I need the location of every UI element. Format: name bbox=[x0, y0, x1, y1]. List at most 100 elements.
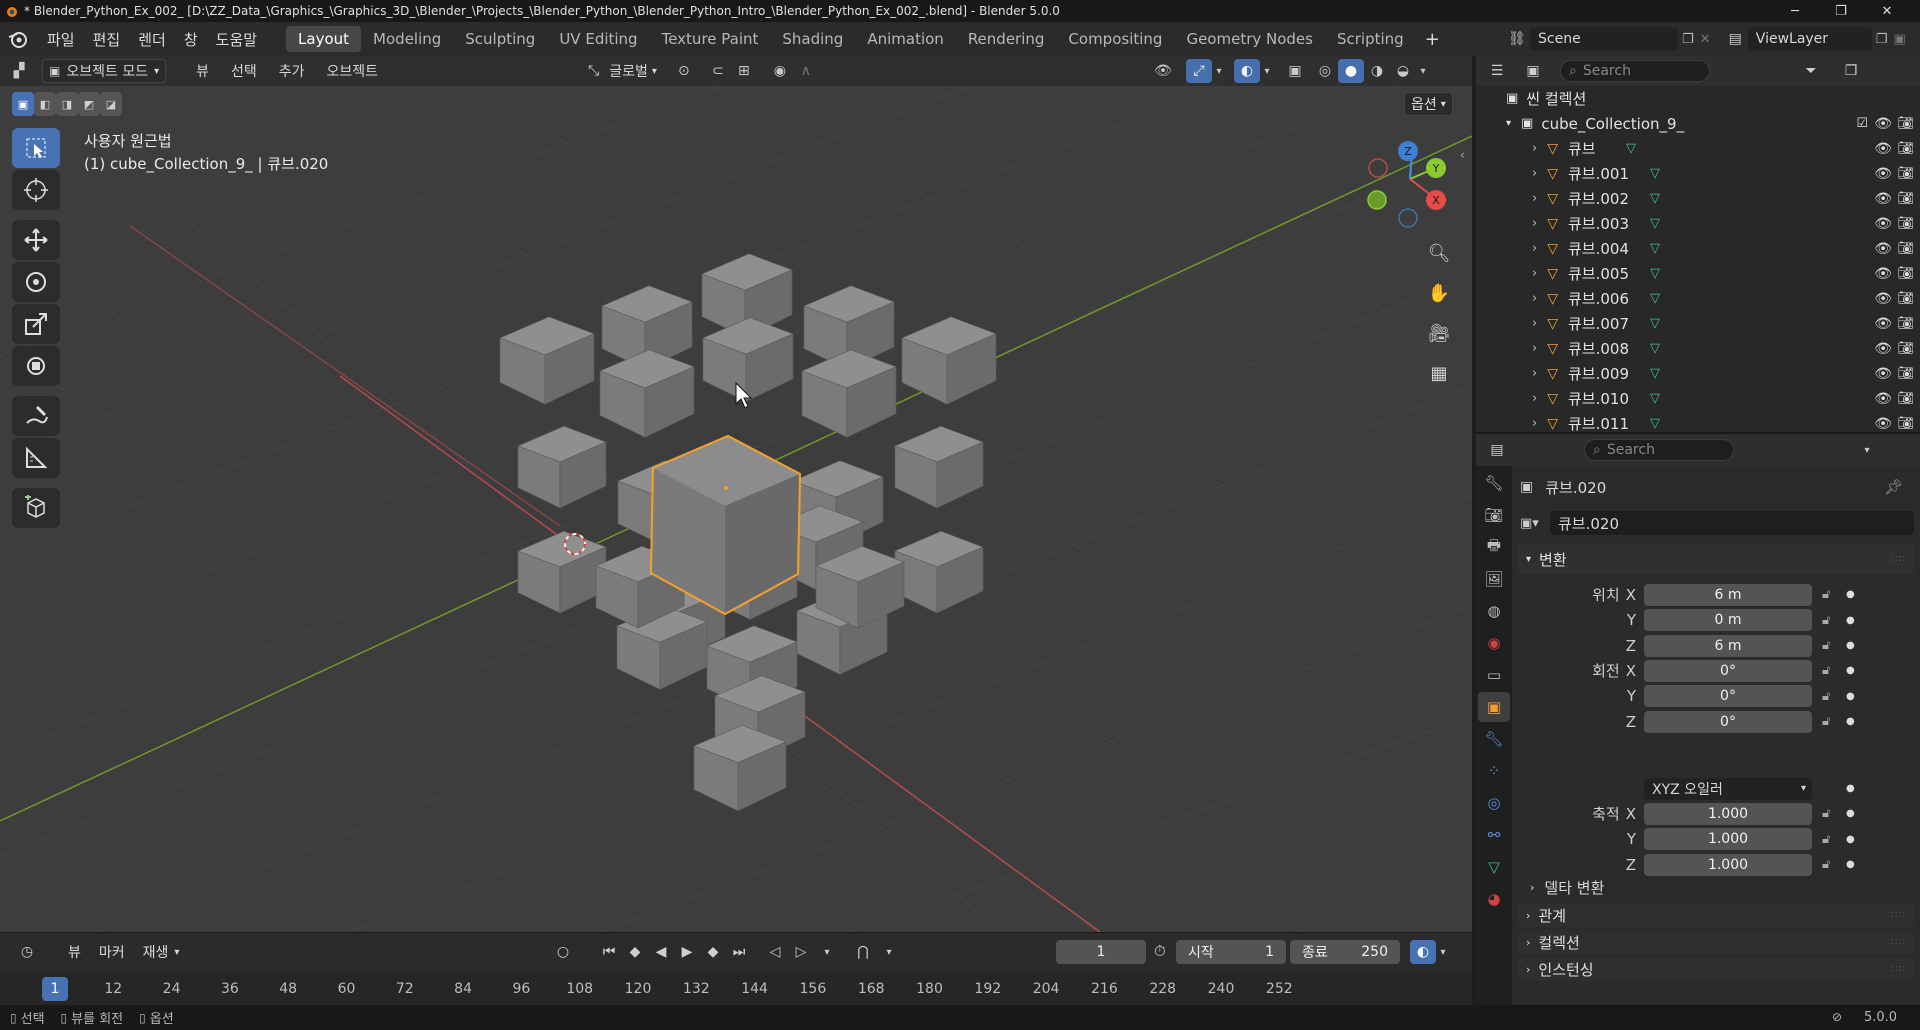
workspace-tab[interactable]: Texture Paint bbox=[650, 26, 771, 52]
3d-viewport[interactable]: Y Z X ▞ ▣ 오브젝트 모드 ▾ 뷰 선택 추가 오브젝트 ⤡ 글로벌 ▾ ⊙ … bbox=[0, 56, 1472, 932]
menu-item[interactable]: 창 bbox=[175, 29, 207, 50]
add-cube-tool-icon[interactable] bbox=[12, 488, 60, 528]
xray-icon[interactable]: ▣ bbox=[1282, 59, 1308, 83]
gizmo-icon[interactable]: ⤢ bbox=[1186, 59, 1212, 83]
snap-target-icon[interactable]: ⊞ bbox=[731, 59, 757, 83]
blender-menu-icon[interactable] bbox=[6, 29, 32, 49]
workspace-tab[interactable]: Compositing bbox=[1056, 26, 1174, 52]
outliner-collection[interactable]: ▾ ▣ cube_Collection_9_ ☑ 👁 📷︎ bbox=[1476, 111, 1920, 136]
chevron-right-icon[interactable]: › bbox=[1532, 316, 1537, 331]
rendered-shading-icon[interactable]: ◒ bbox=[1390, 59, 1416, 83]
chevron-right-icon[interactable]: › bbox=[1532, 266, 1537, 281]
collection-tab-icon[interactable]: ▭ bbox=[1478, 660, 1510, 690]
chevron-right-icon[interactable]: › bbox=[1532, 391, 1537, 406]
outliner-object-row[interactable]: › ▽ 큐브.008 ▽ 👁 📷︎ bbox=[1476, 336, 1920, 361]
physics-tab-icon[interactable]: ◎ bbox=[1478, 788, 1510, 818]
eye-icon[interactable]: 👁 bbox=[1874, 141, 1892, 157]
solid-shading-icon[interactable]: ● bbox=[1338, 59, 1364, 83]
mode-selector[interactable]: ▣ 오브젝트 모드 ▾ bbox=[42, 59, 167, 83]
mesh-data-icon[interactable]: ▽ bbox=[1650, 266, 1660, 281]
output-tab-icon[interactable]: 🖶 bbox=[1478, 532, 1510, 562]
eye-icon[interactable]: 👁 bbox=[1874, 266, 1892, 282]
chevron-right-icon[interactable]: › bbox=[1532, 291, 1537, 306]
visibility-icon[interactable]: 👁 bbox=[1150, 59, 1176, 83]
mesh-data-icon[interactable]: ▽ bbox=[1626, 141, 1636, 156]
location-field[interactable]: 6 m bbox=[1644, 634, 1812, 657]
mesh-data-icon[interactable]: ▽ bbox=[1650, 416, 1660, 431]
eye-icon[interactable]: 👁 bbox=[1874, 166, 1892, 182]
menu-item[interactable]: 렌더 bbox=[129, 29, 175, 50]
end-frame-field[interactable]: 종료 250 bbox=[1290, 940, 1400, 964]
select-new-icon[interactable]: ▣ bbox=[12, 92, 34, 116]
lock-icon[interactable]: 🔓︎ bbox=[1822, 613, 1830, 628]
camera-icon[interactable]: 📷︎ bbox=[1897, 216, 1914, 231]
menu-item[interactable]: 편집 bbox=[84, 29, 130, 50]
editor-type-icon[interactable]: ☰ bbox=[1484, 59, 1510, 83]
minimize-icon[interactable]: ─ bbox=[1772, 0, 1818, 22]
annotate-tool-icon[interactable] bbox=[12, 396, 60, 436]
scale-tool-icon[interactable] bbox=[12, 304, 60, 344]
display-mode-icon[interactable]: ▣ bbox=[1520, 59, 1546, 83]
keyframe-dot-icon[interactable]: ● bbox=[1846, 716, 1855, 727]
eye-icon[interactable]: 👁 bbox=[1874, 241, 1892, 257]
keyframe-dot-icon[interactable]: ● bbox=[1846, 589, 1855, 600]
outliner-object-row[interactable]: › ▽ 큐브.004 ▽ 👁 📷︎ bbox=[1476, 236, 1920, 261]
eye-icon[interactable]: 👁 bbox=[1874, 316, 1892, 332]
viewlayer-icon[interactable]: ▤ bbox=[1729, 31, 1742, 47]
delete-viewlayer-icon[interactable]: ▣ bbox=[1893, 32, 1905, 47]
location-field[interactable]: 0 m bbox=[1644, 609, 1812, 631]
mesh-data-icon[interactable]: ▽ bbox=[1650, 216, 1660, 231]
jump-next-keyframe-icon[interactable]: ◆ bbox=[700, 940, 726, 964]
workspace-tab[interactable]: Animation bbox=[855, 26, 955, 52]
eye-icon[interactable]: 👁 bbox=[1874, 341, 1892, 357]
scale-field[interactable]: 1.000 bbox=[1644, 853, 1812, 876]
snapping-icon[interactable]: ⋂ bbox=[850, 940, 876, 964]
outliner-object-row[interactable]: › ▽ 큐브.006 ▽ 👁 📷︎ bbox=[1476, 286, 1920, 311]
outliner-object-row[interactable]: › ▽ 큐브.001 ▽ 👁 📷︎ bbox=[1476, 161, 1920, 186]
delta-transform-header[interactable]: › 델타 변환 bbox=[1530, 874, 1604, 900]
properties-options-icon[interactable]: ▾ bbox=[1854, 438, 1880, 462]
tool-tab-icon[interactable]: 🔧︎ bbox=[1478, 468, 1510, 498]
chevron-right-icon[interactable]: › bbox=[1532, 141, 1537, 156]
workspace-tab[interactable]: Rendering bbox=[956, 26, 1057, 52]
overlay-icon[interactable]: ◐ bbox=[1234, 59, 1260, 83]
playback-dropdown-icon[interactable]: ▾ bbox=[814, 940, 840, 964]
material-tab-icon[interactable]: ◕ bbox=[1478, 884, 1510, 914]
drag-grip-icon[interactable]: ∷∷ bbox=[1891, 964, 1906, 975]
select-subtract-icon[interactable]: ◨ bbox=[56, 92, 78, 116]
view-layer-tab-icon[interactable]: 🖼︎ bbox=[1478, 564, 1510, 594]
world-tab-icon[interactable]: ◉ bbox=[1478, 628, 1510, 658]
pan-hand-icon[interactable]: ✋ bbox=[1424, 278, 1454, 308]
viewport-menu-item[interactable]: 추가 bbox=[273, 59, 311, 83]
viewport-menu-item[interactable]: 오브젝트 bbox=[321, 59, 385, 83]
jump-prev-keyframe-icon[interactable]: ◆ bbox=[622, 940, 648, 964]
shading-dropdown-icon[interactable]: ▾ bbox=[1416, 59, 1430, 83]
camera-icon[interactable]: 📷︎ bbox=[1897, 166, 1914, 181]
constraints-tab-icon[interactable]: ⚯ bbox=[1478, 820, 1510, 850]
rotation-field[interactable]: 0° bbox=[1644, 685, 1812, 707]
snap-icon[interactable]: ⊂ bbox=[705, 59, 731, 83]
keyframe-dot-icon[interactable]: ● bbox=[1846, 834, 1855, 845]
camera-icon[interactable]: 📷︎ bbox=[1897, 116, 1914, 131]
cursor-tool-icon[interactable] bbox=[12, 170, 60, 210]
zoom-icon[interactable]: 🔍︎ bbox=[1424, 238, 1454, 268]
eye-icon[interactable]: 👁 bbox=[1874, 391, 1892, 407]
prev-marker-icon[interactable]: ◁ bbox=[762, 940, 788, 964]
sidebar-toggle-icon[interactable]: ‹ bbox=[1460, 148, 1465, 162]
restore-icon[interactable]: ❐ bbox=[1818, 0, 1864, 22]
lock-icon[interactable]: 🔓︎ bbox=[1822, 638, 1830, 653]
camera-icon[interactable]: 📷︎ bbox=[1897, 391, 1914, 406]
stopwatch-icon[interactable]: ⏱ bbox=[1154, 942, 1166, 960]
outliner-object-row[interactable]: › ▽ 큐브.010 ▽ 👁 📷︎ bbox=[1476, 386, 1920, 411]
transform-tool-icon[interactable] bbox=[12, 346, 60, 386]
camera-icon[interactable]: 📷︎ bbox=[1897, 266, 1914, 281]
timeline-overlay-dropdown-icon[interactable]: ▾ bbox=[1436, 940, 1450, 964]
lock-icon[interactable]: 🔓︎ bbox=[1822, 857, 1830, 872]
workspace-tab[interactable]: Sculpting bbox=[453, 26, 547, 52]
camera-icon[interactable]: 📷︎ bbox=[1897, 316, 1914, 331]
scale-field[interactable]: 1.000 bbox=[1644, 802, 1812, 825]
location-field[interactable]: 6 m bbox=[1644, 583, 1812, 606]
transform-panel-header[interactable]: ▾ 변환 ∷∷ bbox=[1518, 544, 1914, 574]
mesh-data-icon[interactable]: ▽ bbox=[1650, 316, 1660, 331]
rotation-field[interactable]: 0° bbox=[1644, 659, 1812, 682]
